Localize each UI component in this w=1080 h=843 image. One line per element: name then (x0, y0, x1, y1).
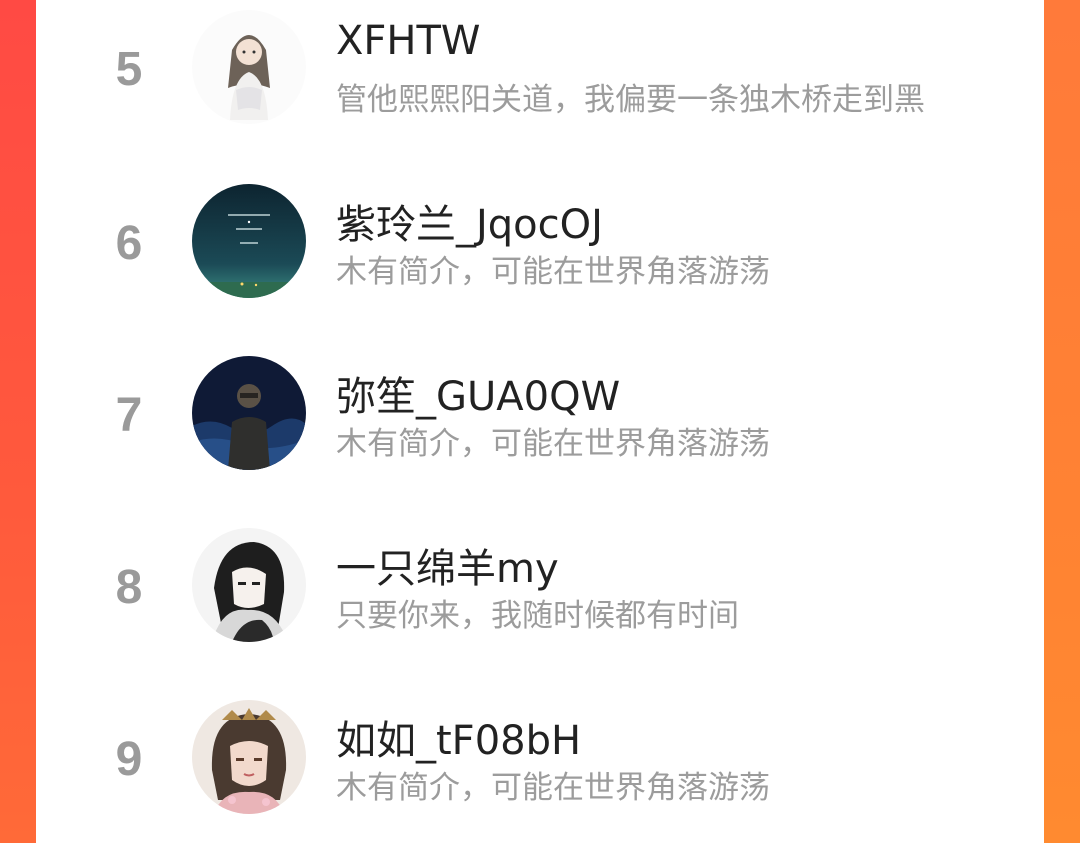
nickname[interactable]: 紫玲兰_JqocOJ (336, 192, 603, 250)
bio-text: 木有简介，可能在世界角落游荡 (336, 426, 770, 462)
rank-number: 7 (115, 389, 143, 442)
night-sky-text-avatar-icon (192, 184, 306, 298)
avatar[interactable] (192, 700, 306, 814)
rank-number: 5 (115, 43, 143, 96)
nickname[interactable]: 如如_tF08bH (336, 708, 581, 766)
nickname[interactable]: XFHTW (336, 18, 480, 64)
avatar[interactable] (192, 356, 306, 470)
list-item[interactable]: 5 XFHTW 管他熙熙阳关道，我偏要一条独木桥走到黑 (36, 0, 1044, 172)
dark-figure-ocean-avatar-icon (192, 356, 306, 470)
bio-text: 管他熙熙阳关道，我偏要一条独木桥走到黑 (336, 82, 925, 118)
list-item[interactable]: 7 弥笙_GUA0QW 木有简介，可能在世界角落游荡 (36, 344, 1044, 516)
avatar[interactable] (192, 528, 306, 642)
traditional-girl-hairpiece-avatar-icon (192, 700, 306, 814)
nickname[interactable]: 弥笙_GUA0QW (336, 364, 620, 422)
bio-text: 只要你来，我随时候都有时间 (336, 598, 739, 634)
right-accent-edge (1044, 0, 1080, 843)
bio-text: 木有简介，可能在世界角落游荡 (336, 254, 770, 290)
rank-number: 9 (115, 733, 143, 786)
ranking-list: 5 XFHTW 管他熙熙阳关道，我偏要一条独木桥走到黑 6 紫玲兰_JqocOJ… (36, 0, 1044, 843)
left-accent-edge (0, 0, 36, 843)
bio-text: 木有简介，可能在世界角落游荡 (336, 770, 770, 806)
anime-girl-white-dress-avatar-icon (192, 10, 306, 124)
rank-number: 8 (115, 561, 143, 614)
avatar[interactable] (192, 184, 306, 298)
rank-number: 6 (115, 217, 143, 270)
list-item[interactable]: 9 如如_tF08bH 木有简介，可能在世界角落游荡 (36, 688, 1044, 843)
list-item[interactable]: 6 紫玲兰_JqocOJ 木有简介，可能在世界角落游荡 (36, 172, 1044, 344)
list-item[interactable]: 8 一只绵羊my 只要你来，我随时候都有时间 (36, 516, 1044, 688)
manga-girl-black-hair-avatar-icon (192, 528, 306, 642)
avatar[interactable] (192, 10, 306, 124)
nickname[interactable]: 一只绵羊my (336, 536, 559, 594)
